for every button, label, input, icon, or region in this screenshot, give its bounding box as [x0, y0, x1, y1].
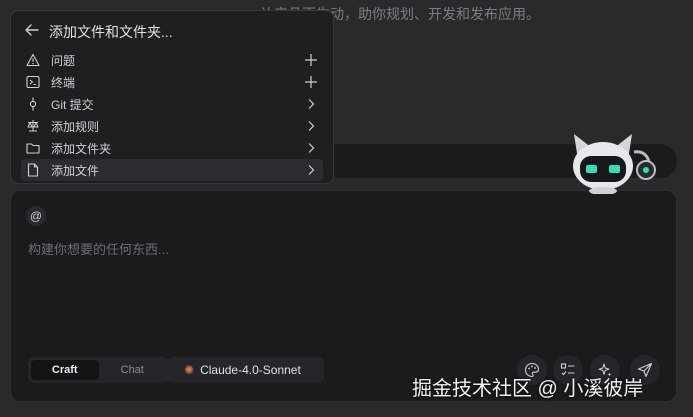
menu-item-add-folder[interactable]: 添加文件夹 — [21, 137, 323, 159]
chevron-right-icon — [303, 162, 319, 178]
menu-item-label: 问题 — [51, 53, 76, 68]
mode-chat-button[interactable]: Chat — [99, 360, 167, 380]
menu-item-terminal[interactable]: 终端 — [21, 71, 323, 93]
mention-button[interactable]: @ — [26, 206, 46, 226]
menu-item-add-file[interactable]: 添加文件 — [21, 159, 323, 181]
menu-item-add-rules[interactable]: 添加规则 — [21, 115, 323, 137]
menu-item-label: 添加规则 — [51, 119, 100, 134]
chevron-right-icon — [303, 96, 319, 112]
mode-toggle: Craft Chat — [28, 357, 169, 383]
mode-craft-button[interactable]: Craft — [31, 360, 99, 380]
menu-item-label: 添加文件夹 — [51, 141, 112, 156]
plus-icon[interactable] — [303, 52, 319, 68]
terminal-icon — [25, 74, 41, 90]
popup-header: 添加文件和文件夹... — [11, 11, 333, 49]
scale-icon — [25, 118, 41, 134]
context-menu: 问题 终端 Git 提交 添加规则 添加文件夹 添加文件 — [21, 49, 323, 181]
model-selector-button[interactable]: ✺ Claude-4.0-Sonnet — [167, 357, 324, 383]
menu-item-problems[interactable]: 问题 — [21, 49, 323, 71]
git-commit-icon — [25, 96, 41, 112]
model-name: Claude-4.0-Sonnet — [200, 363, 301, 377]
folder-icon — [25, 140, 41, 156]
popup-title: 添加文件和文件夹... — [49, 24, 173, 40]
file-icon — [25, 162, 41, 178]
back-arrow-icon[interactable] — [23, 21, 41, 39]
chevron-right-icon — [303, 118, 319, 134]
prompt-input[interactable]: 构建你想要的任何东西... — [28, 239, 169, 258]
menu-item-label: 添加文件 — [51, 163, 100, 178]
watermark: 掘金技术社区 @ 小溪彼岸 — [412, 378, 644, 400]
composer-panel: @ 构建你想要的任何东西... Craft Chat ✺ Claude-4.0-… — [10, 190, 677, 402]
menu-item-label: Git 提交 — [51, 97, 94, 112]
warning-icon — [25, 52, 41, 68]
robot-mascot-icon — [573, 134, 656, 194]
menu-item-git-commit[interactable]: Git 提交 — [21, 93, 323, 115]
chevron-right-icon — [303, 140, 319, 156]
plus-icon[interactable] — [303, 74, 319, 90]
menu-item-label: 终端 — [51, 75, 76, 90]
add-context-popup: 添加文件和文件夹... 问题 终端 Git 提交 添加规则 添加文件夹 添加文件 — [10, 10, 334, 184]
claude-logo-icon: ✺ — [184, 363, 195, 377]
